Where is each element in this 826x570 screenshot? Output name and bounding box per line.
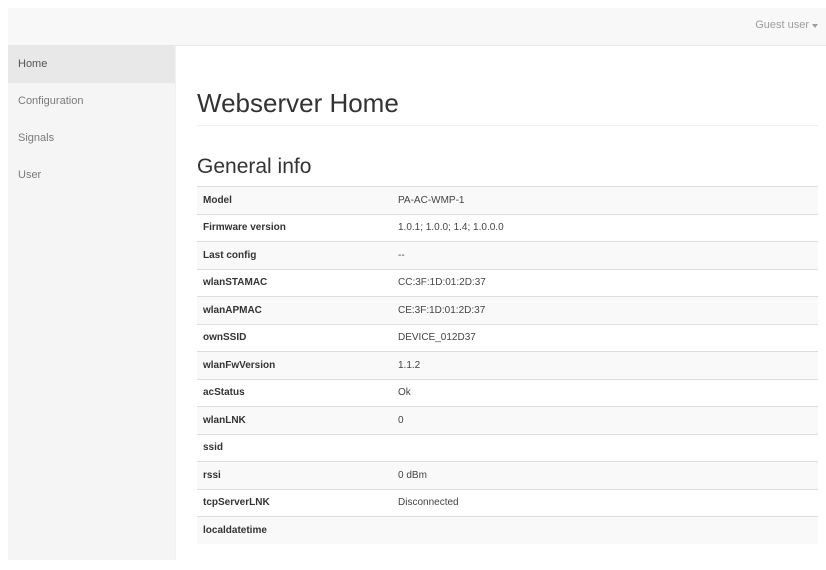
- user-menu-dropdown[interactable]: Guest user: [755, 19, 818, 31]
- info-key: Last config: [197, 241, 392, 269]
- info-key: acStatus: [197, 378, 392, 407]
- info-key: tcpServerLNK: [197, 488, 392, 517]
- table-row: ownSSID DEVICE_012D37: [197, 323, 818, 352]
- sidebar-item-label: Configuration: [18, 95, 84, 107]
- table-row: wlanFwVersion 1.1.2: [197, 351, 818, 379]
- info-key: wlanSTAMAC: [197, 268, 392, 297]
- info-key: localdatetime: [197, 516, 392, 544]
- page-title: Webserver Home: [197, 88, 399, 118]
- table-row: Last config --: [197, 241, 818, 269]
- title-divider: [197, 125, 818, 126]
- table-row: wlanLNK 0: [197, 406, 818, 434]
- info-value: PA-AC-WMP-1: [392, 186, 818, 214]
- info-value: 1.1.2: [392, 351, 818, 379]
- sidebar-item-home[interactable]: Home: [8, 46, 175, 83]
- info-value: CC:3F:1D:01:2D:37: [392, 268, 818, 297]
- sidebar-item-label: User: [18, 169, 42, 181]
- table-row: ssid: [197, 433, 818, 462]
- info-key: ownSSID: [197, 323, 392, 352]
- info-value: [392, 433, 818, 462]
- app-frame: Guest user Home Configuration Signals Us…: [8, 8, 826, 560]
- table-row: Model PA-AC-WMP-1: [197, 186, 818, 214]
- table-row: rssi 0 dBm: [197, 461, 818, 489]
- caret-down-icon: [812, 24, 818, 28]
- top-navbar: Guest user: [8, 8, 826, 46]
- table-row: localdatetime: [197, 516, 818, 544]
- sidebar-item-user[interactable]: User: [8, 157, 175, 194]
- table-row: acStatus Ok: [197, 378, 818, 407]
- info-key: wlanAPMAC: [197, 296, 392, 324]
- info-value: 1.0.1; 1.0.0; 1.4; 1.0.0.0: [392, 213, 818, 242]
- info-key: Firmware version: [197, 213, 392, 242]
- table-row: wlanAPMAC CE:3F:1D:01:2D:37: [197, 296, 818, 324]
- info-value: CE:3F:1D:01:2D:37: [392, 296, 818, 324]
- info-key: wlanLNK: [197, 406, 392, 434]
- info-key: Model: [197, 186, 392, 214]
- info-value: DEVICE_012D37: [392, 323, 818, 352]
- info-key: ssid: [197, 433, 392, 462]
- sidebar-item-configuration[interactable]: Configuration: [8, 83, 175, 120]
- info-value: Disconnected: [392, 488, 818, 517]
- sidebar-item-signals[interactable]: Signals: [8, 120, 175, 157]
- sidebar: Home Configuration Signals User: [8, 46, 175, 560]
- table-row: tcpServerLNK Disconnected: [197, 488, 818, 517]
- table-row: Firmware version 1.0.1; 1.0.0; 1.4; 1.0.0…: [197, 213, 818, 242]
- table-row: wlanSTAMAC CC:3F:1D:01:2D:37: [197, 268, 818, 297]
- section-title: General info: [197, 155, 312, 178]
- info-value: 0: [392, 406, 818, 434]
- main-content: Webserver Home General info Model PA-AC-W…: [176, 46, 826, 560]
- info-value: 0 dBm: [392, 461, 818, 489]
- general-info-table: Model PA-AC-WMP-1 Firmware version 1.0.1; 1…: [197, 186, 818, 544]
- general-info-table-body: Model PA-AC-WMP-1 Firmware version 1.0.1; 1…: [197, 186, 818, 544]
- sidebar-item-label: Home: [18, 58, 48, 70]
- user-menu-label: Guest user: [755, 19, 809, 31]
- info-value: Ok: [392, 378, 818, 407]
- sidebar-item-label: Signals: [18, 132, 55, 144]
- info-value: [392, 516, 818, 544]
- info-key: rssi: [197, 461, 392, 489]
- info-value: --: [392, 241, 818, 269]
- info-key: wlanFwVersion: [197, 351, 392, 379]
